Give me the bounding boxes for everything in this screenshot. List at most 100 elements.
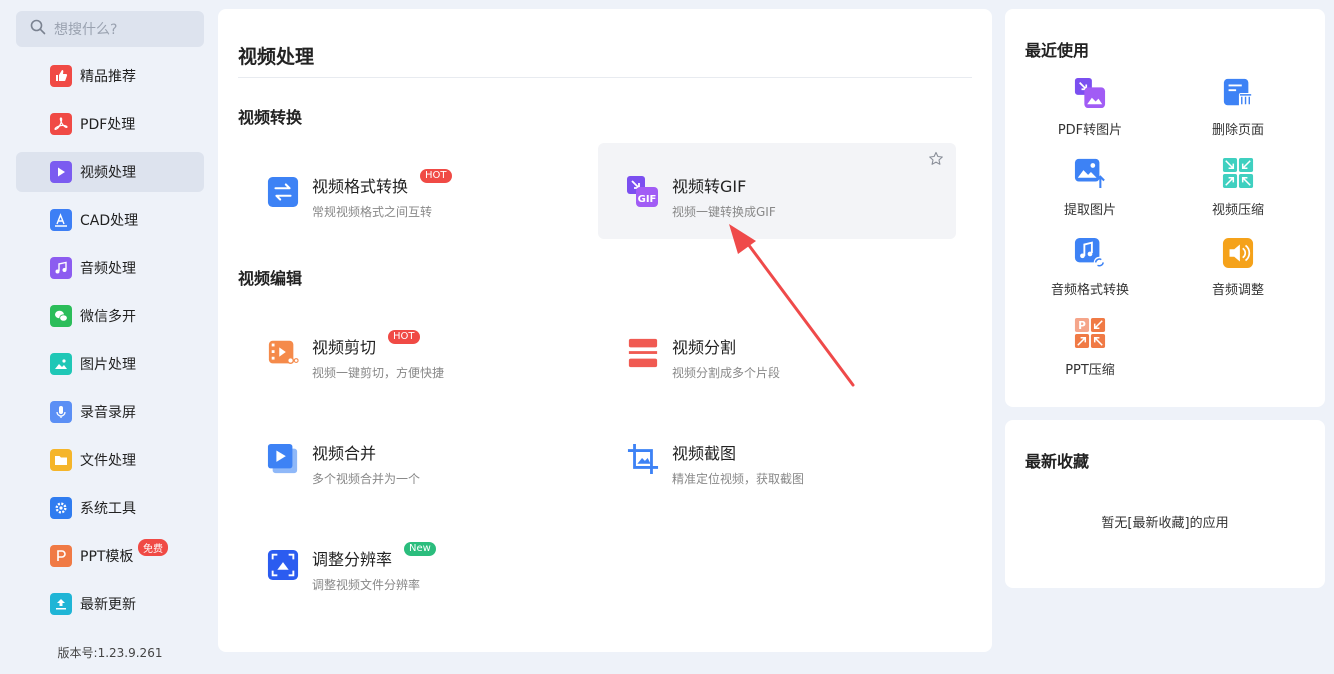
merge-video-icon (266, 442, 300, 476)
card-video-merge[interactable]: 视频合并 多个视频合并为一个 (218, 410, 576, 506)
title-divider (238, 77, 972, 78)
search-box[interactable]: 想搜什么? (16, 11, 204, 47)
recent-item-ppt-compress[interactable]: P PPT压缩 (1015, 316, 1165, 378)
sidebar-item-label: 文件处理 (80, 453, 136, 469)
sidebar-item-wechat[interactable]: 微信多开 (16, 296, 204, 336)
card-text: 调整分辨率 New 调整视频文件分辨率 (312, 542, 436, 593)
resolution-icon (266, 548, 300, 582)
sidebar-item-label: 视频处理 (80, 165, 136, 181)
card-title: 视频分割 (672, 338, 737, 357)
card-text: 视频合并 多个视频合并为一个 (312, 440, 420, 487)
sidebar-item-video[interactable]: 视频处理 (16, 152, 204, 192)
recent-item-label: 视频压缩 (1211, 203, 1264, 218)
sidebar-item-cad[interactable]: CAD处理 (16, 200, 204, 240)
sidebar: 想搜什么? 精品推荐 PDF处理 视频处理 CAD处理 音频处理 微信多开 图片… (0, 0, 218, 674)
favorites-empty-text: 暂无[最新收藏]的应用 (1101, 516, 1229, 531)
card-text: 视频截图 精准定位视频，获取截图 (672, 440, 804, 487)
card-text: 视频剪切 HOT 视频一键剪切，方便快捷 (312, 330, 445, 381)
recent-item-video-compress[interactable]: 视频压缩 (1163, 156, 1313, 218)
card-title: 视频剪切 (312, 338, 377, 357)
section-title-convert: 视频转换 (238, 108, 303, 127)
section-title-edit: 视频编辑 (238, 269, 303, 288)
convert-arrows-icon (266, 175, 300, 209)
crop-icon (626, 442, 660, 476)
card-title: 视频截图 (672, 444, 737, 463)
free-badge: 免费 (138, 539, 168, 556)
sidebar-item-audio[interactable]: 音频处理 (16, 248, 204, 288)
wechat-icon (50, 305, 72, 327)
sidebar-item-updates[interactable]: 最新更新 (16, 584, 204, 624)
card-video-format-convert[interactable]: 视频格式转换 HOT 常规视频格式之间互转 (218, 143, 576, 239)
favorites-title: 最新收藏 (1025, 452, 1090, 471)
extract-image-icon (1073, 156, 1107, 190)
sidebar-item-ppt[interactable]: PPT模板 免费 (16, 536, 204, 576)
recent-item-audio-adjust[interactable]: 音频调整 (1163, 236, 1313, 298)
card-desc: 常规视频格式之间互转 (312, 205, 433, 219)
recent-item-extract-image[interactable]: 提取图片 (1015, 156, 1165, 218)
card-desc: 视频一键转换成GIF (672, 205, 776, 219)
card-video-to-gif[interactable]: GIF 视频转GIF 视频一键转换成GIF (598, 143, 956, 239)
folder-icon (50, 449, 72, 471)
sidebar-item-label: 图片处理 (80, 357, 136, 373)
card-text: 视频转GIF 视频一键转换成GIF (672, 173, 776, 220)
card-title: 视频合并 (312, 444, 377, 463)
card-video-cut[interactable]: 视频剪切 HOT 视频一键剪切，方便快捷 (218, 304, 576, 400)
search-input[interactable]: 想搜什么? (54, 19, 117, 39)
pdf-to-image-icon (1073, 76, 1107, 110)
recent-item-label: 删除页面 (1211, 123, 1264, 138)
card-video-screenshot[interactable]: 视频截图 精准定位视频，获取截图 (578, 410, 936, 506)
scissors-film-icon (266, 336, 300, 370)
sidebar-item-system[interactable]: 系统工具 (16, 488, 204, 528)
gif-icon: GIF (626, 175, 660, 209)
sidebar-item-label: 精品推荐 (80, 69, 136, 85)
recent-item-label: 音频格式转换 (1050, 283, 1129, 298)
sidebar-item-pdf[interactable]: PDF处理 (16, 104, 204, 144)
pdf-icon (50, 113, 72, 135)
recent-item-delete-page[interactable]: 删除页面 (1163, 76, 1313, 138)
sidebar-item-file[interactable]: 文件处理 (16, 440, 204, 480)
sidebar-item-image[interactable]: 图片处理 (16, 344, 204, 384)
recent-item-pdf-to-image[interactable]: PDF转图片 (1015, 76, 1165, 138)
card-video-split[interactable]: 视频分割 视频分割成多个片段 (578, 304, 936, 400)
sidebar-item-label: 微信多开 (80, 309, 136, 325)
upload-icon (50, 593, 72, 615)
thumbs-up-icon (50, 65, 72, 87)
sidebar-item-label: 系统工具 (80, 501, 136, 517)
page-title: 视频处理 (238, 46, 315, 68)
card-adjust-resolution[interactable]: 调整分辨率 New 调整视频文件分辨率 (218, 516, 576, 612)
card-desc: 视频一键剪切，方便快捷 (312, 366, 445, 380)
card-title: 视频转GIF (672, 177, 747, 196)
sidebar-item-label: PPT模板 (80, 549, 134, 565)
gear-icon (50, 497, 72, 519)
recent-item-label: PPT压缩 (1065, 363, 1115, 378)
sidebar-item-record[interactable]: 录音录屏 (16, 392, 204, 432)
delete-page-icon (1221, 76, 1255, 110)
new-badge: New (404, 542, 436, 556)
recent-item-label: PDF转图片 (1057, 123, 1123, 138)
image-icon (50, 353, 72, 375)
card-text: 视频分割 视频分割成多个片段 (672, 334, 780, 381)
audio-convert-icon (1073, 236, 1107, 270)
ppt-compress-icon: P (1073, 316, 1107, 350)
favorites-panel: 最新收藏 暂无[最新收藏]的应用 (1005, 420, 1325, 588)
card-title: 视频格式转换 (312, 177, 409, 196)
music-icon (50, 257, 72, 279)
version-label: 版本号:1.23.9.261 (57, 646, 163, 660)
recent-title: 最近使用 (1025, 41, 1090, 60)
card-desc: 多个视频合并为一个 (312, 472, 421, 486)
hot-badge: HOT (420, 169, 452, 183)
sidebar-item-recommended[interactable]: 精品推荐 (16, 56, 204, 96)
cad-icon (50, 209, 72, 231)
card-desc: 调整视频文件分辨率 (312, 578, 421, 592)
card-text: 视频格式转换 HOT 常规视频格式之间互转 (312, 169, 452, 220)
recent-item-audio-convert[interactable]: 音频格式转换 (1015, 236, 1165, 298)
ppt-icon (50, 545, 72, 567)
sidebar-item-label: CAD处理 (80, 213, 139, 229)
search-icon (30, 19, 46, 39)
hot-badge: HOT (388, 330, 420, 344)
star-icon[interactable] (928, 151, 944, 167)
svg-text:GIF: GIF (638, 194, 657, 205)
play-icon (50, 161, 72, 183)
card-desc: 视频分割成多个片段 (672, 366, 781, 380)
card-title: 调整分辨率 (312, 550, 393, 569)
